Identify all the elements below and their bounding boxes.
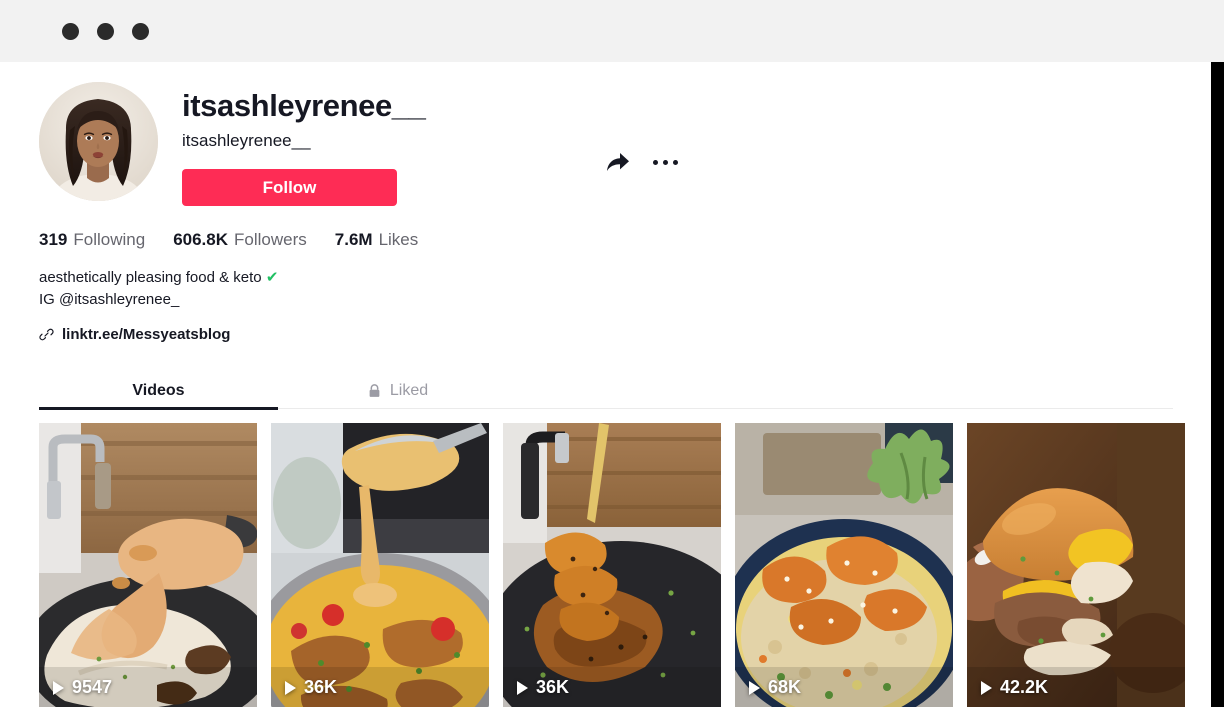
bio-text: aesthetically pleasing food & keto — [39, 269, 262, 286]
tab-liked-label: Liked — [389, 381, 429, 399]
stat-likes: 7.6M Likes — [335, 230, 418, 250]
tab-videos-label: Videos — [132, 381, 185, 399]
video-card[interactable]: 68K — [735, 423, 953, 707]
window-close-dot[interactable] — [62, 22, 79, 40]
video-thumbnail — [735, 423, 953, 707]
avatar-image — [39, 82, 158, 201]
window-maximize-dot[interactable] — [132, 22, 149, 40]
following-count: 319 — [39, 230, 68, 249]
tiktok-profile-page: itsashleyrenee__ itsashleyrenee__ Follow… — [0, 0, 1224, 707]
profile-header: itsashleyrenee__ itsashleyrenee__ Follow — [39, 82, 426, 206]
stat-following: 319 Following — [39, 230, 145, 250]
video-card[interactable]: 42.2K — [967, 423, 1185, 707]
video-thumbnail — [39, 423, 257, 707]
video-grid: 9547 36K 36K 68K 42.2K — [39, 423, 1185, 707]
play-icon — [53, 680, 64, 695]
play-icon — [749, 680, 760, 695]
lock-icon — [369, 383, 380, 397]
tab-liked[interactable]: Liked — [278, 372, 517, 409]
browser-chrome-bar — [0, 0, 1224, 62]
followers-count: 606.8K — [173, 230, 229, 249]
view-count-text: 36K — [536, 677, 570, 697]
video-thumbnail — [271, 423, 489, 707]
stat-followers: 606.8K Followers — [173, 230, 307, 250]
profile-content: itsashleyrenee__ itsashleyrenee__ Follow… — [0, 62, 1211, 707]
avatar[interactable] — [39, 82, 158, 201]
view-count: 36K — [285, 677, 337, 698]
share-arrow-icon[interactable] — [605, 150, 631, 174]
profile-actions — [605, 150, 678, 174]
view-count-text: 36K — [304, 677, 338, 697]
view-count: 9547 — [53, 677, 112, 698]
profile-identity: itsashleyrenee__ itsashleyrenee__ Follow — [182, 82, 426, 206]
view-count-text: 42.2K — [1000, 677, 1049, 697]
likes-label: Likes — [378, 230, 419, 249]
play-icon — [981, 680, 992, 695]
follow-button[interactable]: Follow — [182, 169, 397, 206]
play-icon — [517, 680, 528, 695]
followers-label: Followers — [234, 230, 307, 249]
more-options-icon[interactable] — [653, 159, 678, 165]
window-controls[interactable] — [62, 22, 149, 40]
page-title: itsashleyrenee__ — [182, 88, 426, 123]
play-icon — [285, 680, 296, 695]
video-card[interactable]: 36K — [271, 423, 489, 707]
bio-link-text: linktr.ee/Messyeatsblog — [62, 326, 231, 343]
view-count-text: 68K — [768, 677, 802, 697]
bio-link[interactable]: linktr.ee/Messyeatsblog — [39, 326, 230, 343]
profile-stats: 319 Following 606.8K Followers 7.6M Like… — [39, 230, 446, 250]
video-card[interactable]: 36K — [503, 423, 721, 707]
bio-line-2: IG @itsashleyrenee_ — [39, 291, 180, 308]
link-chain-icon — [39, 328, 54, 341]
view-count-text: 9547 — [72, 677, 113, 697]
green-check-icon: ✔ — [265, 269, 279, 286]
profile-bio: aesthetically pleasing food & keto ✔ IG … — [39, 267, 278, 311]
video-thumbnail — [967, 423, 1185, 707]
profile-handle: itsashleyrenee__ — [182, 131, 311, 150]
following-label: Following — [73, 230, 146, 249]
view-count: 42.2K — [981, 677, 1048, 698]
tab-videos[interactable]: Videos — [39, 372, 278, 410]
view-count: 36K — [517, 677, 569, 698]
likes-count: 7.6M — [334, 230, 373, 249]
video-thumbnail — [503, 423, 721, 707]
video-card[interactable]: 9547 — [39, 423, 257, 707]
bio-line-1: aesthetically pleasing food & keto ✔ — [39, 267, 278, 289]
profile-tabs: Videos Liked — [39, 372, 1173, 410]
page-right-edge-strip — [1211, 62, 1224, 707]
window-minimize-dot[interactable] — [97, 22, 114, 40]
view-count: 68K — [749, 677, 801, 698]
